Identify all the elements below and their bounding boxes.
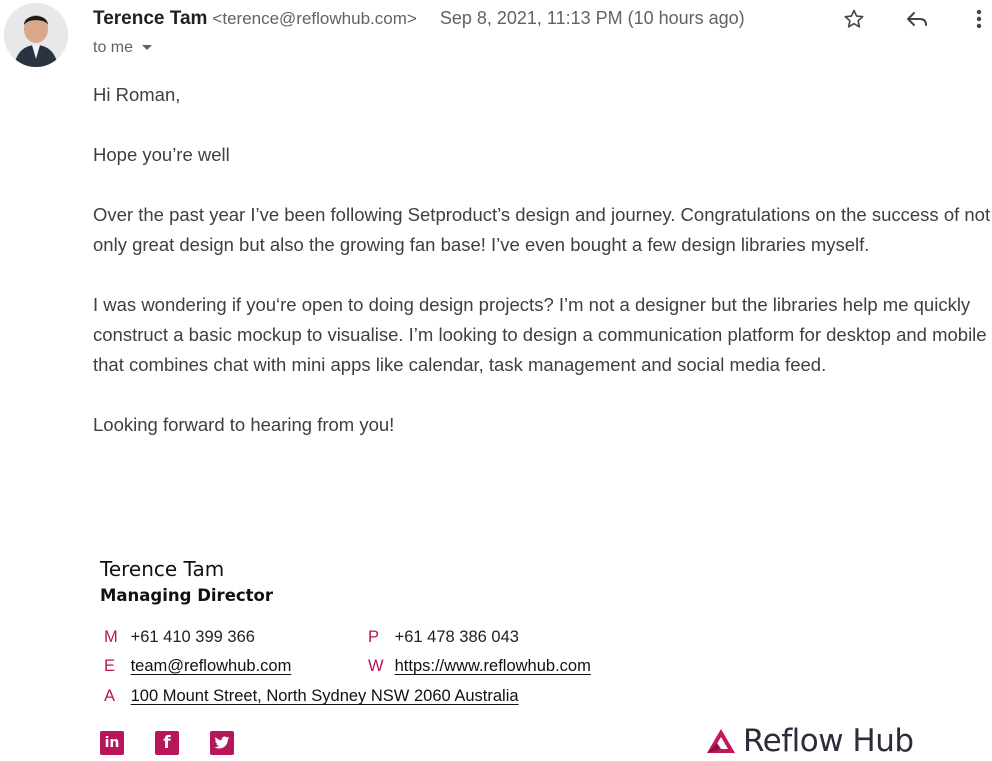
star-icon[interactable] bbox=[839, 4, 869, 34]
signature-email-link[interactable]: team@reflowhub.com bbox=[131, 657, 292, 675]
phone-row: P +61 478 386 043 bbox=[364, 628, 519, 647]
reflow-hub-logo-icon bbox=[707, 729, 735, 753]
facebook-icon[interactable]: f bbox=[155, 731, 179, 755]
dropdown-arrow-icon bbox=[141, 39, 153, 57]
sender-email[interactable]: <terence@reflowhub.com> bbox=[212, 9, 416, 28]
email-row: E team@reflowhub.com bbox=[100, 657, 291, 676]
mobile-row: M +61 410 399 366 bbox=[100, 628, 255, 647]
twitter-icon[interactable] bbox=[210, 731, 234, 755]
email-date: Sep 8, 2021, 11:13 PM (10 hours ago) bbox=[439, 8, 745, 28]
sender-avatar[interactable] bbox=[4, 3, 68, 67]
web-letter: W bbox=[368, 657, 384, 675]
body-paragraph: I was wondering if you‘re open to doing … bbox=[93, 294, 987, 375]
more-vert-icon[interactable] bbox=[964, 4, 992, 34]
web-row: W https://www.reflowhub.com bbox=[364, 657, 591, 676]
signature-web-link[interactable]: https://www.reflowhub.com bbox=[395, 657, 591, 675]
logo-text: Reflow Hub bbox=[743, 723, 914, 759]
phone-letter: P bbox=[368, 628, 380, 646]
body-paragraph: Hope you’re well bbox=[93, 144, 230, 165]
reflow-hub-logo[interactable]: Reflow Hub bbox=[705, 723, 914, 759]
phone-number[interactable]: +61 478 386 043 bbox=[395, 628, 519, 646]
email-header: Terence Tam <terence@reflowhub.com> Sep … bbox=[93, 6, 745, 31]
address-row: A 100 Mount Street, North Sydney NSW 206… bbox=[100, 687, 519, 706]
mobile-number[interactable]: +61 410 399 366 bbox=[131, 628, 255, 646]
address-letter: A bbox=[104, 687, 116, 705]
recipient-dropdown[interactable]: to me bbox=[93, 39, 153, 57]
mobile-letter: M bbox=[104, 628, 118, 646]
recipient-label: to me bbox=[93, 39, 134, 56]
sender-name[interactable]: Terence Tam bbox=[93, 8, 207, 29]
email-body: Hi Roman, Hope you’re well Over the past… bbox=[93, 80, 992, 470]
email-letter: E bbox=[104, 657, 116, 675]
signature-address-link[interactable]: 100 Mount Street, North Sydney NSW 2060 … bbox=[131, 687, 519, 705]
reply-icon[interactable] bbox=[902, 4, 932, 34]
email-signature: Terence Tam Managing Director bbox=[100, 555, 273, 609]
linkedin-icon[interactable]: in bbox=[100, 731, 124, 755]
signature-name: Terence Tam bbox=[100, 557, 225, 581]
signature-title: Managing Director bbox=[100, 586, 274, 605]
body-paragraph: Over the past year I’ve been following S… bbox=[93, 204, 991, 255]
greeting: Hi Roman, bbox=[93, 84, 181, 105]
body-paragraph: Looking forward to hearing from you! bbox=[93, 414, 395, 435]
